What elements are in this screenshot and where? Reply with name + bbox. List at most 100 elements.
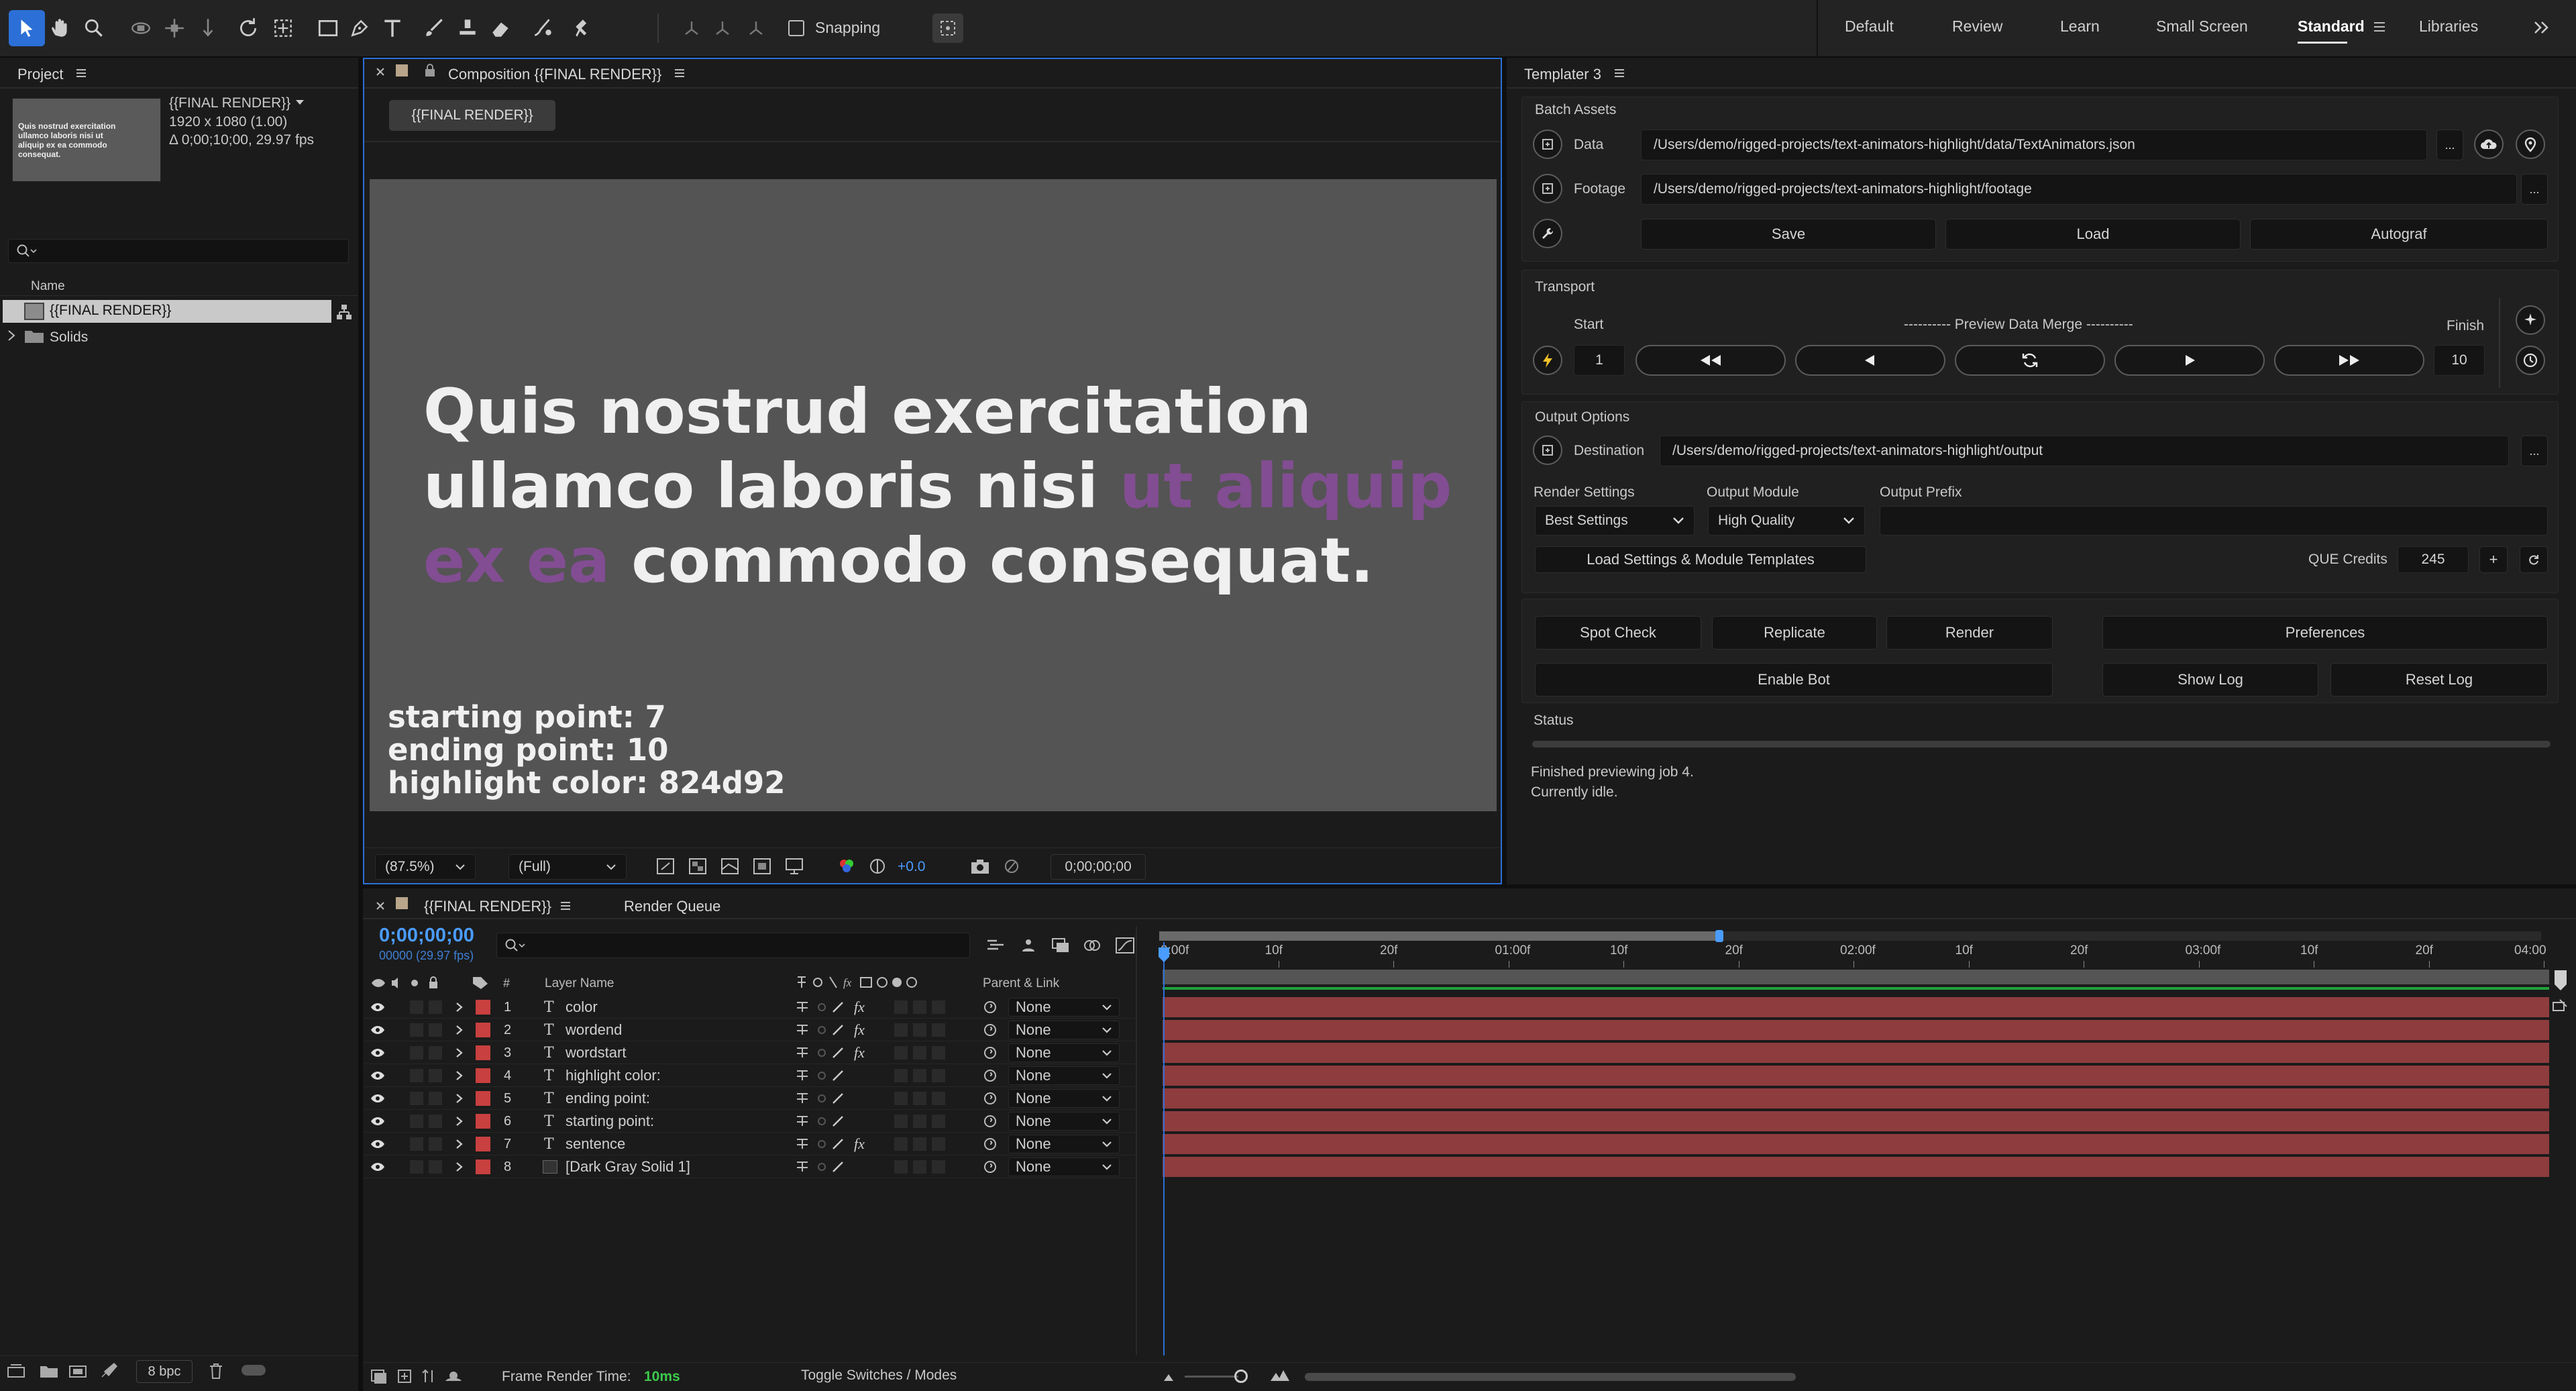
graph-editor-icon[interactable] bbox=[1115, 937, 1135, 954]
layer-label-color[interactable] bbox=[476, 1064, 490, 1087]
collapse-switch-icon[interactable] bbox=[795, 1110, 810, 1133]
solo-box[interactable] bbox=[429, 1155, 442, 1178]
eye-icon[interactable] bbox=[370, 1041, 385, 1064]
snapping-checkbox[interactable] bbox=[788, 20, 804, 36]
layer-name[interactable]: sentence bbox=[566, 1133, 625, 1155]
work-area-end-handle[interactable] bbox=[1715, 930, 1723, 942]
adjustment-box[interactable] bbox=[913, 1041, 926, 1064]
layer-name[interactable]: wordstart bbox=[566, 1041, 626, 1064]
quality-switch-icon[interactable] bbox=[831, 1064, 845, 1087]
layer-row[interactable]: 1 Tcolor fx None bbox=[364, 996, 1136, 1019]
grid-guides-icon[interactable] bbox=[785, 858, 804, 875]
project-menu-icon[interactable] bbox=[75, 67, 87, 79]
3d-layer-box[interactable] bbox=[932, 1041, 945, 1064]
show-log-button[interactable]: Show Log bbox=[2102, 663, 2318, 697]
solo-box[interactable] bbox=[429, 1064, 442, 1087]
layer-label-color[interactable] bbox=[476, 1133, 490, 1155]
channel-icon[interactable] bbox=[837, 858, 856, 875]
layer-duration-bar[interactable] bbox=[1163, 1134, 2549, 1154]
layer-label-color[interactable] bbox=[476, 996, 490, 1019]
playhead-line[interactable] bbox=[1163, 942, 1165, 1355]
layer-label-color[interactable] bbox=[476, 1155, 490, 1178]
eye-icon[interactable] bbox=[370, 1110, 385, 1133]
zoom-slider-track[interactable] bbox=[1185, 1376, 1238, 1378]
fast-preview-icon[interactable] bbox=[656, 858, 675, 875]
audio-box[interactable] bbox=[410, 1041, 423, 1064]
quality-switch-icon[interactable] bbox=[831, 1019, 845, 1041]
hand-tool[interactable] bbox=[42, 10, 78, 46]
zoom-select[interactable]: (87.5%) bbox=[375, 854, 476, 880]
adjustment-box[interactable] bbox=[913, 996, 926, 1019]
layer-duration-bar[interactable] bbox=[1163, 1043, 2549, 1063]
effects-switch-icon[interactable]: fx bbox=[854, 1041, 865, 1064]
collapse-switch-icon[interactable] bbox=[795, 1133, 810, 1155]
new-folder-icon[interactable] bbox=[39, 1363, 59, 1380]
layer-duration-bar[interactable] bbox=[1163, 1066, 2549, 1086]
timeline-tab-title[interactable]: {{FINAL RENDER}} bbox=[424, 898, 551, 915]
effects-switch-icon[interactable]: fx bbox=[854, 996, 865, 1019]
eye-icon[interactable] bbox=[370, 1064, 385, 1087]
solo-box[interactable] bbox=[429, 1110, 442, 1133]
sparkle-icon[interactable] bbox=[2516, 305, 2545, 335]
workspace-review[interactable]: Review bbox=[1952, 17, 2002, 36]
adjustment-box[interactable] bbox=[913, 1064, 926, 1087]
workspace-standard[interactable]: Standard bbox=[2298, 17, 2365, 36]
more-workspaces-icon[interactable] bbox=[2532, 19, 2552, 36]
layer-label-color[interactable] bbox=[476, 1087, 490, 1110]
eye-icon[interactable] bbox=[370, 1155, 385, 1178]
layer-duration-bar[interactable] bbox=[1163, 1157, 2549, 1177]
motion-blur-box[interactable] bbox=[894, 996, 908, 1019]
3d-layer-box[interactable] bbox=[932, 1133, 945, 1155]
mask-visibility-icon[interactable] bbox=[720, 858, 739, 875]
pick-whip-icon[interactable] bbox=[983, 1041, 998, 1064]
cloud-upload-icon[interactable] bbox=[2474, 130, 2504, 159]
comp-menu-icon[interactable] bbox=[674, 67, 686, 79]
layer-duration-bar[interactable] bbox=[1163, 997, 2549, 1017]
pick-whip-icon[interactable] bbox=[983, 1133, 998, 1155]
motion-blur-box[interactable] bbox=[894, 1041, 908, 1064]
layer-name[interactable]: wordend bbox=[566, 1019, 622, 1041]
exposure-value[interactable]: +0.0 bbox=[898, 859, 925, 875]
solo-box[interactable] bbox=[429, 1019, 442, 1041]
output-prefix-input[interactable] bbox=[1880, 506, 2548, 535]
destination-browse-button[interactable]: ... bbox=[2521, 435, 2548, 466]
audio-box[interactable] bbox=[410, 1064, 423, 1087]
collapse-switch-icon[interactable] bbox=[795, 1019, 810, 1041]
close-timeline-tab-icon[interactable] bbox=[376, 901, 385, 911]
layer-label-color[interactable] bbox=[476, 1110, 490, 1133]
adjustment-box[interactable] bbox=[913, 1110, 926, 1133]
eye-icon[interactable] bbox=[370, 996, 385, 1019]
solo-box[interactable] bbox=[429, 1041, 442, 1064]
solo-box[interactable] bbox=[429, 1133, 442, 1155]
pen-tool[interactable] bbox=[341, 10, 378, 46]
adjustment-box[interactable] bbox=[913, 1087, 926, 1110]
expand-arrow-icon[interactable] bbox=[7, 329, 16, 342]
timeline-timecode[interactable]: 0;00;00;00 bbox=[379, 925, 474, 947]
3d-layer-box[interactable] bbox=[932, 1019, 945, 1041]
reset-exposure-icon[interactable] bbox=[868, 858, 887, 875]
frame-blending-icon[interactable] bbox=[1051, 937, 1071, 954]
motion-blur-box[interactable] bbox=[894, 1110, 908, 1133]
layer-name[interactable]: ending point: bbox=[566, 1087, 650, 1110]
audio-box[interactable] bbox=[410, 996, 423, 1019]
layer-label-color[interactable] bbox=[476, 1041, 490, 1064]
parent-select[interactable]: None bbox=[1008, 998, 1120, 1017]
region-of-interest-icon[interactable] bbox=[753, 858, 771, 875]
start-frame-input[interactable]: 1 bbox=[1574, 345, 1625, 376]
shy-layers-icon[interactable] bbox=[1018, 937, 1038, 954]
autograf-button[interactable]: Autograf bbox=[2250, 219, 2548, 250]
comp-breadcrumb-chip[interactable]: {{FINAL RENDER}} bbox=[389, 100, 555, 131]
lightning-icon[interactable] bbox=[1533, 346, 1562, 375]
shy-switch-icon[interactable] bbox=[816, 1019, 827, 1041]
bpc-button[interactable]: 8 bpc bbox=[136, 1360, 193, 1383]
replicate-button[interactable]: Replicate bbox=[1712, 616, 1877, 650]
world-axis-mode[interactable] bbox=[704, 10, 741, 46]
collapse-switch-icon[interactable] bbox=[795, 1155, 810, 1178]
pick-whip-icon[interactable] bbox=[983, 1110, 998, 1133]
selection-tool[interactable] bbox=[9, 10, 45, 46]
workspace-small-screen[interactable]: Small Screen bbox=[2156, 17, 2248, 36]
motion-blur-box[interactable] bbox=[894, 1064, 908, 1087]
adjustment-box[interactable] bbox=[913, 1133, 926, 1155]
parent-select[interactable]: None bbox=[1008, 1021, 1120, 1039]
parent-select[interactable]: None bbox=[1008, 1066, 1120, 1085]
